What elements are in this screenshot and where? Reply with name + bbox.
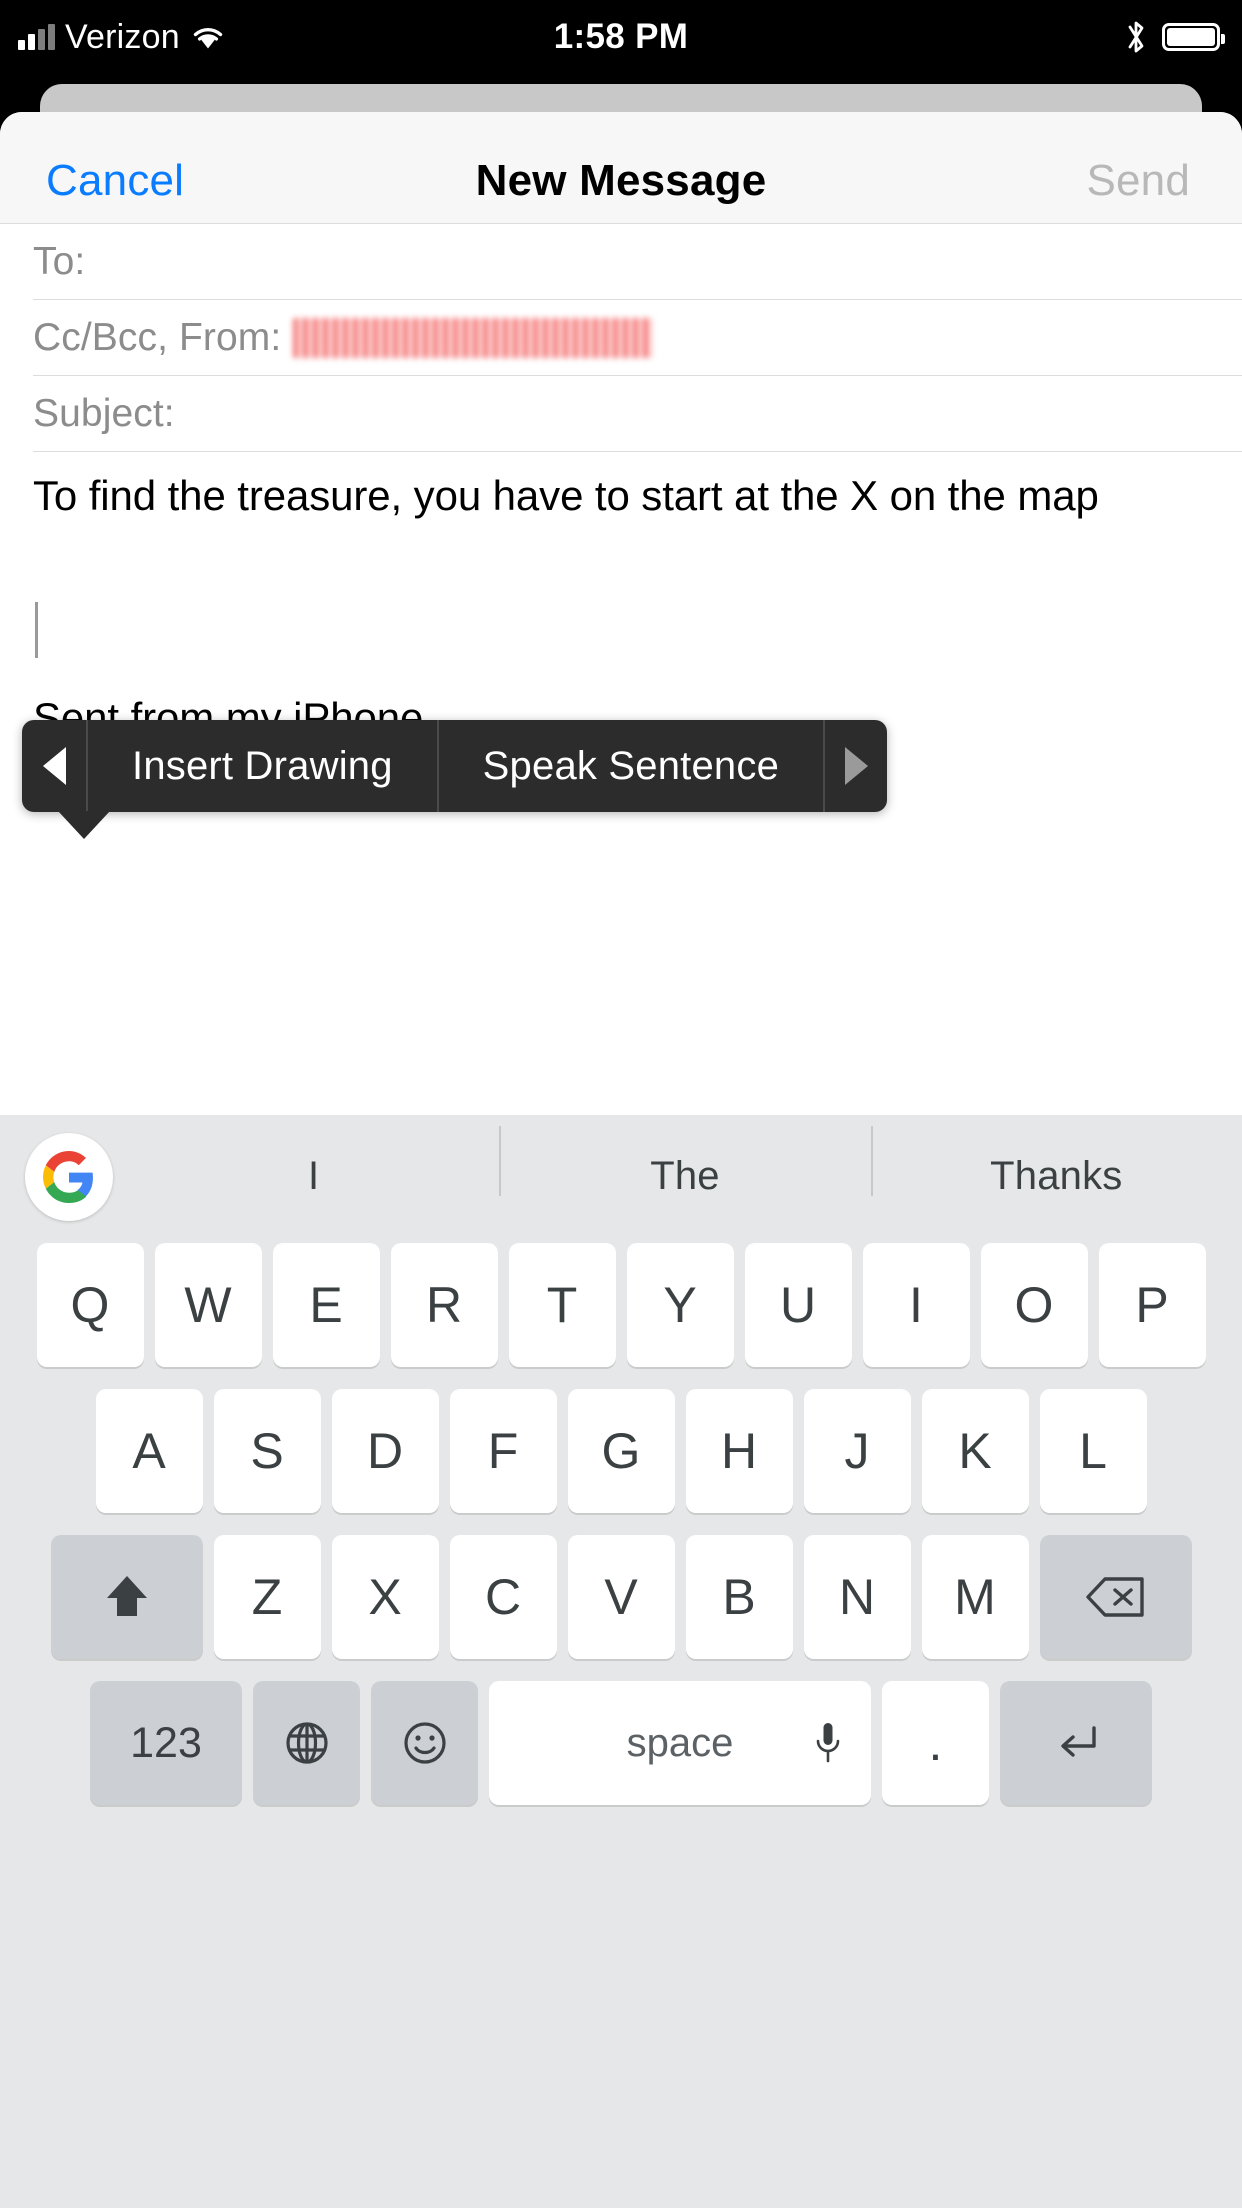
status-bar-right (1124, 0, 1225, 74)
key-s[interactable]: S (213, 1389, 321, 1513)
phone-screen: Verizon 1:58 PM Cancel New Message Send … (0, 0, 1242, 2208)
keyboard-row-3: Z X C V B N M (0, 1513, 1242, 1659)
menu-item-insert-drawing[interactable]: Insert Drawing (86, 720, 437, 812)
redacted-email-address (293, 317, 654, 358)
subject-field-label: Subject: (33, 391, 175, 435)
key-d[interactable]: D (331, 1389, 439, 1513)
text-context-menu: Insert Drawing Speak Sentence (22, 720, 888, 839)
compose-sheet: Cancel New Message Send To: Cc/Bcc, From… (0, 112, 1242, 2208)
backspace-icon[interactable] (1039, 1535, 1192, 1659)
cc-bcc-from-field-label: Cc/Bcc, From: (33, 315, 282, 359)
key-w[interactable]: W (154, 1243, 262, 1367)
key-b[interactable]: B (685, 1535, 793, 1659)
keyboard-row-1: Q W E R T Y U I O P (0, 1237, 1242, 1367)
suggestion-1[interactable]: The (499, 1125, 870, 1199)
key-u[interactable]: U (744, 1243, 852, 1367)
recipient-fields: To: Cc/Bcc, From: Subject: (0, 224, 1242, 452)
key-i[interactable]: I (862, 1243, 970, 1367)
to-field-row[interactable]: To: (33, 224, 1242, 300)
key-v[interactable]: V (567, 1535, 675, 1659)
key-l[interactable]: L (1039, 1389, 1147, 1513)
globe-icon[interactable] (253, 1681, 360, 1805)
suggestion-bar: I The Thanks (0, 1115, 1242, 1237)
arrow-right-icon[interactable] (823, 720, 887, 812)
key-a[interactable]: A (95, 1389, 203, 1513)
keyboard-row-4: 123 space . (0, 1659, 1242, 1805)
suggestion-0[interactable]: I (128, 1154, 499, 1199)
send-button[interactable]: Send (1086, 156, 1190, 206)
space-key-label: space (626, 1720, 734, 1765)
microphone-icon[interactable] (813, 1719, 843, 1767)
shift-icon[interactable] (50, 1535, 203, 1659)
key-z[interactable]: Z (213, 1535, 321, 1659)
page-title: New Message (475, 156, 767, 205)
keyboard-row-2: A S D F G H J K L (0, 1367, 1242, 1513)
cc-bcc-from-field-row[interactable]: Cc/Bcc, From: (33, 300, 1242, 376)
key-p[interactable]: P (1098, 1243, 1206, 1367)
google-logo-icon[interactable] (25, 1133, 113, 1221)
key-x[interactable]: X (331, 1535, 439, 1659)
suggestion-2[interactable]: Thanks (870, 1125, 1242, 1199)
arrow-left-icon[interactable] (22, 720, 86, 812)
key-e[interactable]: E (272, 1243, 380, 1367)
space-key[interactable]: space (489, 1681, 871, 1805)
bluetooth-icon (1124, 18, 1148, 56)
to-field-label: To: (33, 239, 86, 283)
text-cursor (35, 602, 38, 658)
key-h[interactable]: H (685, 1389, 793, 1513)
navigation-bar: Cancel New Message Send (0, 112, 1242, 224)
body-text: To find the treasure, you have to start … (33, 472, 1099, 519)
key-q[interactable]: Q (36, 1243, 144, 1367)
status-bar-clock: 1:58 PM (553, 17, 689, 56)
key-f[interactable]: F (449, 1389, 557, 1513)
key-k[interactable]: K (921, 1389, 1029, 1513)
context-menu-tail (58, 811, 110, 839)
key-t[interactable]: T (508, 1243, 616, 1367)
subject-field-row[interactable]: Subject: (33, 376, 1242, 452)
keyboard: I The Thanks Q W E R T Y U I O P A S D F (0, 1115, 1242, 2208)
key-y[interactable]: Y (626, 1243, 734, 1367)
key-c[interactable]: C (449, 1535, 557, 1659)
key-n[interactable]: N (803, 1535, 911, 1659)
key-o[interactable]: O (980, 1243, 1088, 1367)
return-icon[interactable] (1000, 1681, 1152, 1805)
emoji-icon[interactable] (371, 1681, 478, 1805)
battery-icon (1162, 23, 1225, 51)
key-r[interactable]: R (390, 1243, 498, 1367)
status-bar-center: 1:58 PM (0, 0, 1242, 74)
menu-item-speak-sentence[interactable]: Speak Sentence (436, 720, 823, 812)
key-m[interactable]: M (921, 1535, 1029, 1659)
status-bar: Verizon 1:58 PM (0, 0, 1242, 74)
period-key[interactable]: . (882, 1681, 989, 1805)
numbers-key[interactable]: 123 (90, 1681, 242, 1805)
key-g[interactable]: G (567, 1389, 675, 1513)
key-j[interactable]: J (803, 1389, 911, 1513)
